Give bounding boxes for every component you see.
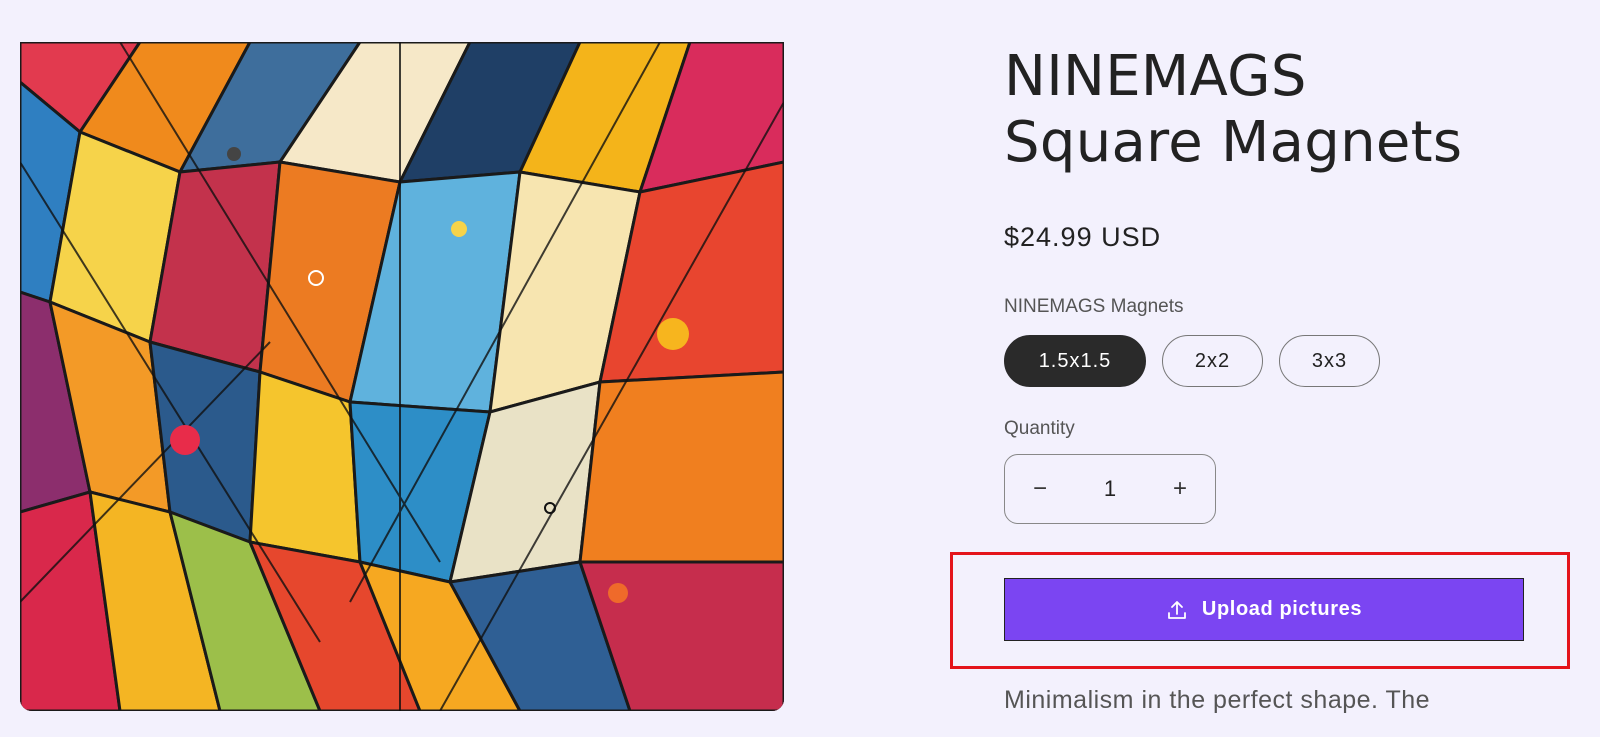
variant-option-1.5x1.5[interactable]: 1.5x1.5 [1004, 335, 1146, 387]
variant-options: 1.5x1.5 2x2 3x3 [1004, 335, 1380, 387]
product-title-line2: Square Magnets [1004, 110, 1463, 175]
quantity-increment-button[interactable]: + [1145, 455, 1215, 523]
variant-option-2x2[interactable]: 2x2 [1162, 335, 1263, 387]
quantity-label: Quantity [1004, 418, 1075, 439]
product-title: NINEMAGS Square Magnets [1004, 44, 1564, 176]
quantity-input[interactable]: 1 [1075, 476, 1145, 502]
upload-pictures-label: Upload pictures [1201, 598, 1363, 620]
upload-icon [1166, 599, 1188, 621]
product-price: $24.99 USD [1004, 222, 1162, 252]
variant-label: NINEMAGS Magnets [1004, 296, 1184, 317]
upload-pictures-button[interactable]: Upload pictures [1004, 578, 1524, 641]
product-title-line1: NINEMAGS [1004, 44, 1307, 109]
product-description: Minimalism in the perfect shape. The [1004, 686, 1431, 714]
quantity-decrement-button[interactable]: − [1005, 455, 1075, 523]
product-image [20, 42, 784, 711]
quantity-stepper: − 1 + [1004, 454, 1216, 524]
variant-option-3x3[interactable]: 3x3 [1279, 335, 1380, 387]
